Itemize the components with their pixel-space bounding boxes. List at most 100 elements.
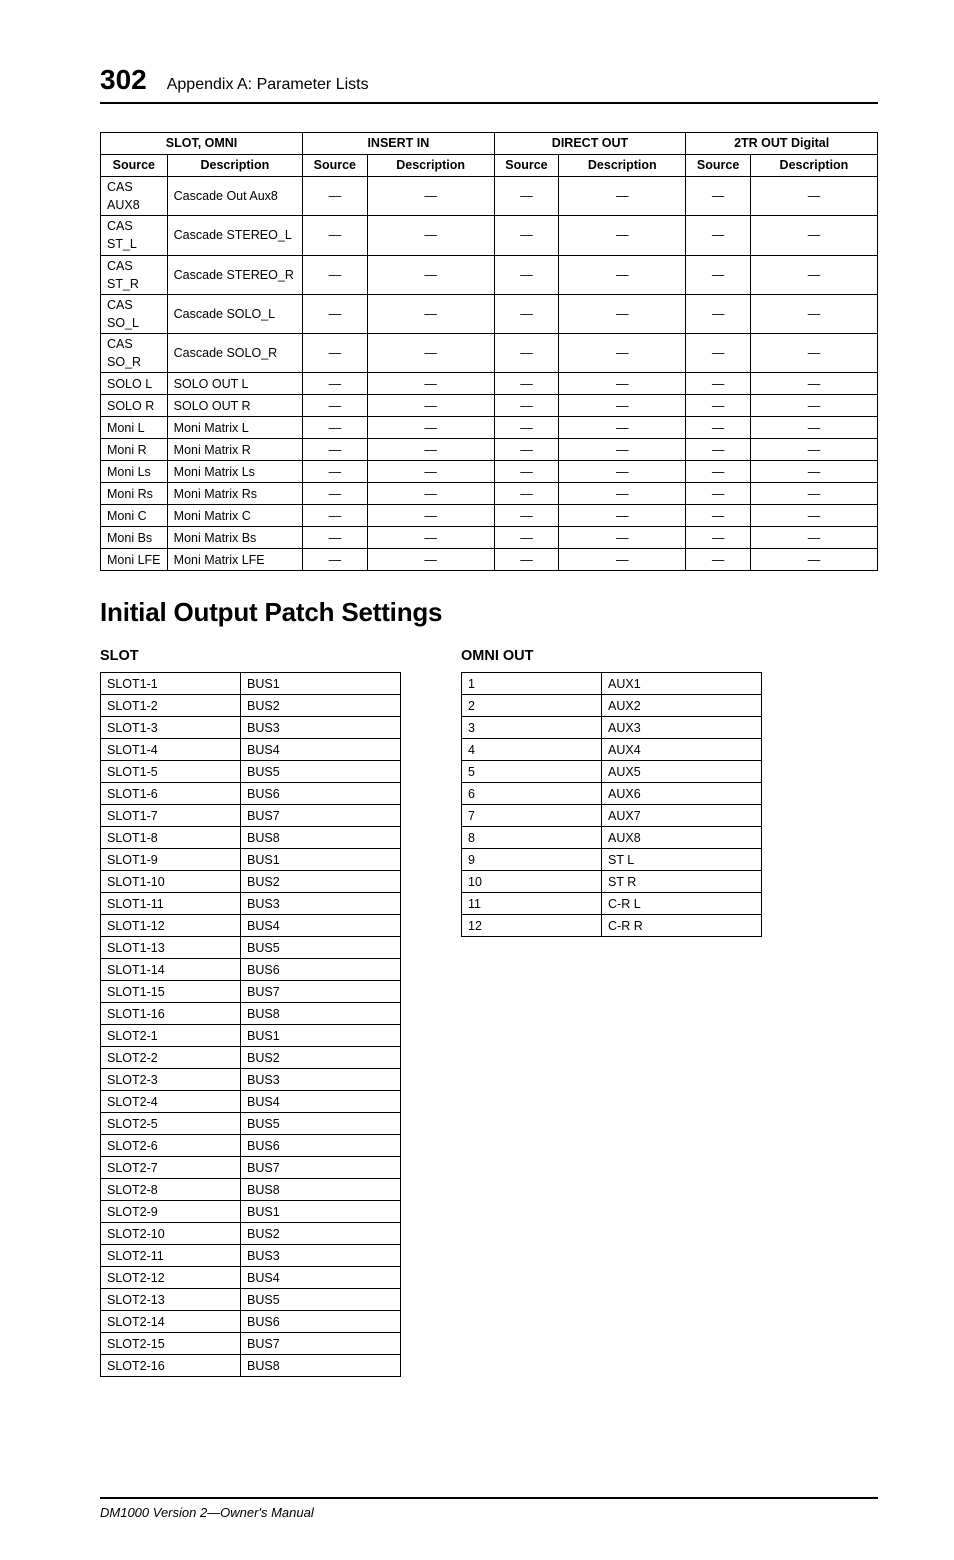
cell-dash: — (494, 177, 559, 216)
cell-dash: — (494, 549, 559, 571)
cell-value: BUS3 (241, 717, 401, 739)
cell-dash: — (686, 216, 751, 255)
cell-key: SLOT1-3 (101, 717, 241, 739)
cell-dash: — (686, 373, 751, 395)
cell-dash: — (750, 395, 877, 417)
table-row: 3AUX3 (462, 717, 762, 739)
table-row: SLOT1-3BUS3 (101, 717, 401, 739)
cell-source: Moni Bs (101, 527, 168, 549)
cell-description: Moni Matrix LFE (167, 549, 302, 571)
cell-source: Moni R (101, 439, 168, 461)
cell-dash: — (367, 527, 494, 549)
table-sub-header-row: Source Description Source Description So… (101, 155, 878, 177)
cell-value: BUS7 (241, 805, 401, 827)
table-row: Moni LFEMoni Matrix LFE—————— (101, 549, 878, 571)
cell-source: Moni LFE (101, 549, 168, 571)
cell-dash: — (494, 294, 559, 333)
cell-key: SLOT1-14 (101, 959, 241, 981)
cell-key: 12 (462, 915, 602, 937)
cell-dash: — (750, 255, 877, 294)
table-row: SLOT1-4BUS4 (101, 739, 401, 761)
table-row: 12C-R R (462, 915, 762, 937)
cell-key: SLOT1-15 (101, 981, 241, 1003)
cell-value: BUS7 (241, 1157, 401, 1179)
cell-dash: — (303, 255, 368, 294)
cell-key: 4 (462, 739, 602, 761)
cell-dash: — (559, 395, 686, 417)
cell-key: 5 (462, 761, 602, 783)
cell-dash: — (367, 417, 494, 439)
cell-key: 3 (462, 717, 602, 739)
cell-dash: — (686, 294, 751, 333)
table-row: Moni CMoni Matrix C—————— (101, 505, 878, 527)
cell-dash: — (367, 255, 494, 294)
cell-description: Moni Matrix Ls (167, 461, 302, 483)
cell-dash: — (303, 334, 368, 373)
table-row: SLOT2-4BUS4 (101, 1091, 401, 1113)
cell-value: BUS2 (241, 1223, 401, 1245)
cell-description: Cascade STEREO_L (167, 216, 302, 255)
cell-source: Moni C (101, 505, 168, 527)
table-row: SLOT1-15BUS7 (101, 981, 401, 1003)
table-row: SLOT2-15BUS7 (101, 1333, 401, 1355)
cell-value: BUS1 (241, 1201, 401, 1223)
cell-value: BUS8 (241, 1003, 401, 1025)
cell-dash: — (559, 417, 686, 439)
cell-dash: — (686, 177, 751, 216)
cell-dash: — (367, 461, 494, 483)
table-row: SLOT1-6BUS6 (101, 783, 401, 805)
table-row: Moni LsMoni Matrix Ls—————— (101, 461, 878, 483)
cell-key: SLOT1-12 (101, 915, 241, 937)
cell-key: 9 (462, 849, 602, 871)
cell-dash: — (559, 527, 686, 549)
cell-value: BUS1 (241, 1025, 401, 1047)
cell-dash: — (303, 294, 368, 333)
cell-dash: — (750, 439, 877, 461)
cell-dash: — (367, 216, 494, 255)
table-row: SLOT1-5BUS5 (101, 761, 401, 783)
col-source: Source (494, 155, 559, 177)
cell-dash: — (303, 439, 368, 461)
cell-key: SLOT2-15 (101, 1333, 241, 1355)
cell-dash: — (750, 417, 877, 439)
cell-dash: — (367, 439, 494, 461)
cell-key: 1 (462, 673, 602, 695)
table-row: CAS ST_LCascade STEREO_L—————— (101, 216, 878, 255)
cell-dash: — (686, 483, 751, 505)
cell-dash: — (750, 373, 877, 395)
cell-value: AUX7 (602, 805, 762, 827)
cell-dash: — (559, 255, 686, 294)
col-group-slot-omni: SLOT, OMNI (101, 133, 303, 155)
cell-value: BUS5 (241, 1289, 401, 1311)
cell-key: SLOT2-5 (101, 1113, 241, 1135)
cell-description: Moni Matrix L (167, 417, 302, 439)
main-heading: Initial Output Patch Settings (100, 597, 878, 628)
cell-value: BUS2 (241, 695, 401, 717)
col-group-insert-in: INSERT IN (303, 133, 495, 155)
cell-value: C-R R (602, 915, 762, 937)
table-row: SLOT1-14BUS6 (101, 959, 401, 981)
cell-value: BUS8 (241, 1179, 401, 1201)
col-description: Description (367, 155, 494, 177)
table-row: SOLO RSOLO OUT R—————— (101, 395, 878, 417)
cell-value: AUX1 (602, 673, 762, 695)
cell-dash: — (750, 294, 877, 333)
table-row: 4AUX4 (462, 739, 762, 761)
cell-key: SLOT1-6 (101, 783, 241, 805)
running-header: 302 Appendix A: Parameter Lists (100, 64, 878, 104)
table-row: SLOT2-7BUS7 (101, 1157, 401, 1179)
cell-key: SLOT2-9 (101, 1201, 241, 1223)
table-row: SLOT2-1BUS1 (101, 1025, 401, 1047)
cell-key: 8 (462, 827, 602, 849)
cell-value: ST L (602, 849, 762, 871)
cell-dash: — (367, 549, 494, 571)
table-row: SLOT2-6BUS6 (101, 1135, 401, 1157)
cell-description: Cascade SOLO_R (167, 334, 302, 373)
col-group-direct-out: DIRECT OUT (494, 133, 686, 155)
cell-key: SLOT2-6 (101, 1135, 241, 1157)
cell-dash: — (494, 461, 559, 483)
cell-key: 7 (462, 805, 602, 827)
table-row: 7AUX7 (462, 805, 762, 827)
cell-value: BUS7 (241, 1333, 401, 1355)
cell-dash: — (686, 439, 751, 461)
